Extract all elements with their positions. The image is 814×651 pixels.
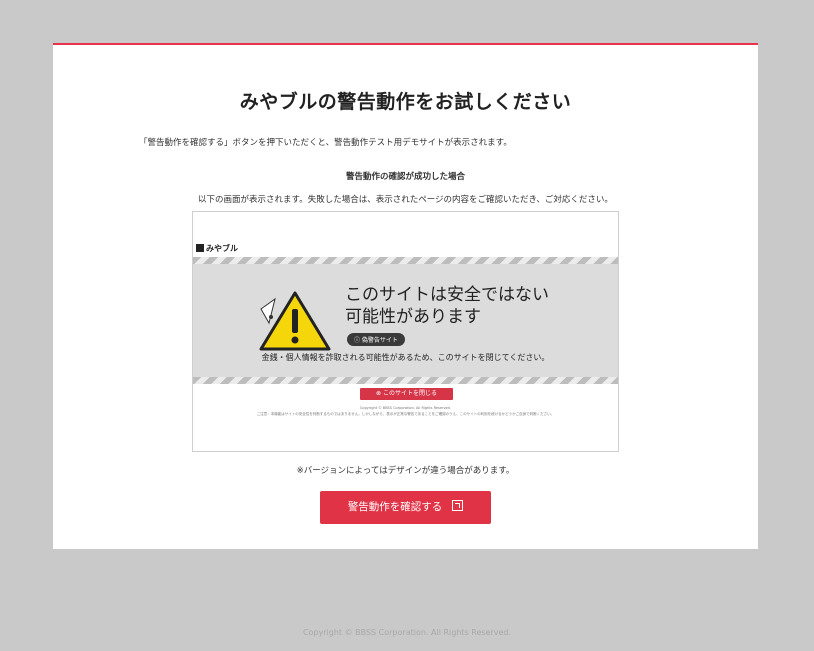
logo-text: みやブル [206,244,238,253]
logo-mark-icon [196,244,204,252]
main-card: みやブルの警告動作をお試しください 「警告動作を確認する」ボタンを押下いただくと… [53,43,758,549]
check-warning-button[interactable]: 警告動作を確認する [320,491,491,524]
version-note: ※バージョンによってはデザインが違う場合があります。 [296,466,515,476]
external-link-icon [452,500,464,511]
headline-line-2: 可能性があります [345,307,481,327]
success-heading: 警告動作の確認が成功した場合 [345,172,465,182]
warning-band: このサイトは安全ではない 可能性があります ⓘ 偽警告サイト 金銭・個人情報を詐… [193,264,618,377]
miyaburu-logo: みやブル [196,243,238,254]
close-site-button: ⊗ このサイトを閉じる [360,388,453,400]
success-description: 以下の画面が表示されます。失敗した場合は、表示されたページの内容をご確認いただき… [198,195,613,205]
warning-headline: このサイトは安全ではない 可能性があります [345,284,549,328]
footer-copyright: Copyright © BBSS Corporation. All Rights… [302,628,512,637]
warning-triangle-icon [259,291,331,351]
fake-warning-badge: ⓘ 偽警告サイト [347,333,405,346]
preview-fine-print: ご注意：本機能はサイトの安全性を判断するものではありません。しかしながら、表示が… [256,412,555,416]
page-title: みやブルの警告動作をお試しください [239,91,572,113]
caution-stripe-top [193,257,618,264]
check-warning-button-label: 警告動作を確認する [347,501,443,513]
headline-line-1: このサイトは安全ではない [345,285,549,305]
preview-copyright: Copyright © BBSS Corporation. All Rights… [359,406,452,410]
warning-preview-image: みやブル このサイトは安全ではない 可能性があります ⓘ 偽警告サイト 金銭・個… [192,211,619,452]
intro-text: 「警告動作を確認する」ボタンを押下いただくと、警告動作テスト用デモサイトが表示さ… [139,138,512,148]
caution-stripe-bottom [193,377,618,384]
warning-message: 金銭・個人情報を詐取される可能性があるため、このサイトを閉じてください。 [261,353,550,362]
